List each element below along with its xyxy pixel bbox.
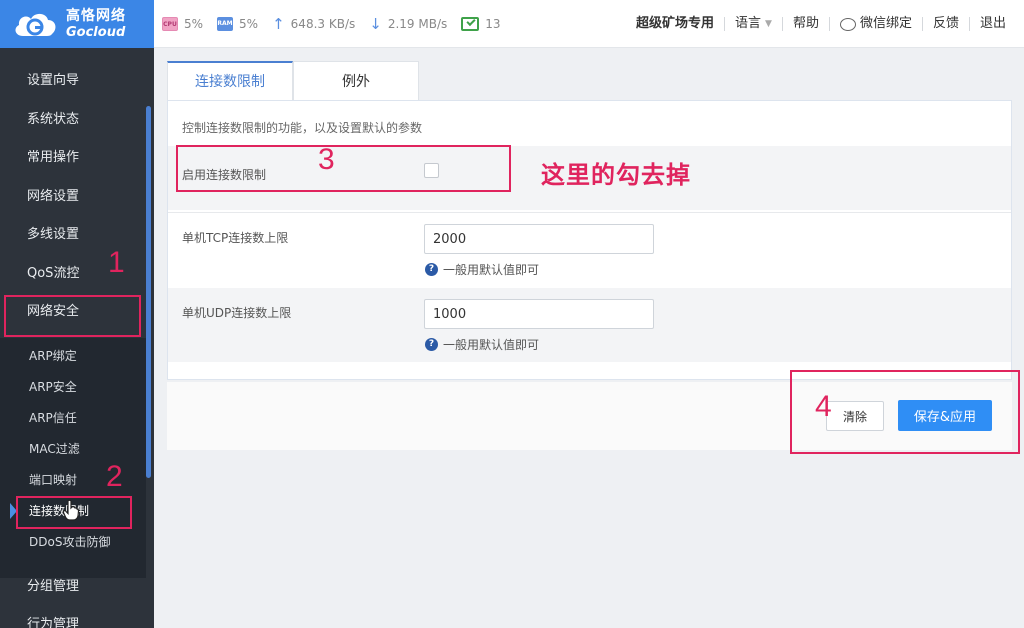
tab-connection-limit[interactable]: 连接数限制 [167, 61, 293, 101]
udp-hint-text: 一般用默认值即可 [443, 338, 540, 352]
udp-limit-label: 单机UDP连接数上限 [182, 306, 292, 320]
status-stats: CPU 5% RAM 5% ↑ 648.3 KB/s ↓ 2.19 MB/s 1… [162, 0, 501, 48]
udp-hint: ? 一般用默认值即可 [425, 336, 539, 353]
udp-limit-input[interactable] [424, 299, 654, 329]
annotation-box-2 [16, 496, 132, 529]
annotation-number-2: 2 [106, 460, 123, 493]
tab-exceptions[interactable]: 例外 [293, 61, 419, 101]
sidebar-item-network-settings[interactable]: 网络设置 [0, 178, 146, 216]
wechat-bind-link[interactable]: 微信绑定 [828, 16, 922, 31]
cloud-logo-icon [15, 13, 56, 36]
annotation-number-1: 1 [108, 246, 125, 279]
cpu-usage: 5% [184, 17, 204, 31]
tab-bar: 连接数限制 例外 [167, 61, 419, 101]
download-speed: 2.19 MB/s [387, 17, 448, 31]
caret-down-icon: ▼ [765, 19, 772, 29]
annotation-box-3 [176, 145, 511, 192]
tcp-limit-label: 单机TCP连接数上限 [182, 231, 289, 245]
security-submenu: ARP绑定 ARP安全 ARP信任 MAC过滤 端口映射 连接数限制 DDoS攻… [0, 338, 146, 578]
sub-item-arp-binding[interactable]: ARP绑定 [0, 341, 146, 372]
wechat-bind-label: 微信绑定 [859, 16, 912, 31]
sub-item-mac-filter[interactable]: MAC过滤 [0, 434, 146, 465]
download-arrow-icon: ↓ [369, 15, 382, 33]
upload-speed: 648.3 KB/s [290, 17, 356, 31]
upload-arrow-icon: ↑ [272, 15, 285, 33]
top-menu: 超级矿场专用 语言 ▼ 帮助 微信绑定 反馈 退出 [626, 0, 1016, 48]
sidebar-item-common-ops[interactable]: 常用操作 [0, 139, 146, 177]
sidebar-item-system-status[interactable]: 系统状态 [0, 101, 146, 139]
wechat-icon [839, 17, 856, 31]
tcp-hint-text: 一般用默认值即可 [443, 263, 540, 277]
tcp-limit-row: 单机TCP连接数上限 ? 一般用默认值即可 [168, 212, 1011, 288]
brand-name-cn: 高恪网络 [66, 8, 126, 24]
settings-panel: 控制连接数限制的功能，以及设置默认的参数 启用连接数限制 单机TCP连接数上限 … [167, 100, 1012, 380]
language-menu[interactable]: 语言 ▼ [724, 17, 782, 31]
tcp-limit-input[interactable] [424, 224, 654, 254]
panel-description: 控制连接数限制的功能，以及设置默认的参数 [182, 121, 423, 135]
sidebar-item-group-management[interactable]: 分组管理 [0, 568, 146, 606]
language-label: 语言 [735, 16, 762, 31]
question-icon: ? [425, 263, 438, 276]
ram-icon: RAM [217, 17, 234, 31]
edition-label: 超级矿场专用 [635, 16, 714, 31]
online-devices-count: 13 [485, 17, 501, 31]
sub-item-port-mapping[interactable]: 端口映射 [0, 465, 146, 496]
annotation-number-3: 3 [318, 143, 335, 176]
sidebar-item-setup-wizard[interactable]: 设置向导 [0, 62, 146, 100]
help-link[interactable]: 帮助 [781, 17, 829, 31]
annotation-number-4: 4 [815, 390, 832, 423]
brand-name-en: Gocloud [66, 25, 126, 40]
sub-item-arp-trust[interactable]: ARP信任 [0, 403, 146, 434]
ram-usage: 5% [239, 17, 259, 31]
top-bar: 高恪网络 Gocloud CPU 5% RAM 5% ↑ 648.3 KB/s … [0, 0, 1024, 48]
annotation-note: 这里的勾去掉 [541, 161, 691, 189]
feedback-link[interactable]: 反馈 [921, 17, 969, 31]
udp-limit-row: 单机UDP连接数上限 ? 一般用默认值即可 [168, 288, 1011, 362]
tcp-hint: ? 一般用默认值即可 [425, 261, 539, 278]
brand-logo[interactable]: 高恪网络 Gocloud [0, 0, 154, 48]
sub-item-ddos-defense[interactable]: DDoS攻击防御 [0, 527, 146, 558]
sub-item-arp-security[interactable]: ARP安全 [0, 372, 146, 403]
cpu-icon: CPU [162, 17, 178, 31]
logout-link[interactable]: 退出 [968, 17, 1016, 31]
question-icon: ? [425, 338, 438, 351]
sidebar: 设置向导 系统状态 常用操作 网络设置 多线设置 QoS流控 网络安全 ARP绑… [0, 48, 154, 628]
annotation-box-1 [4, 295, 141, 337]
online-devices-icon [461, 17, 480, 31]
sidebar-scrollbar[interactable] [146, 106, 151, 478]
sidebar-item-behavior-management[interactable]: 行为管理 [0, 606, 146, 628]
